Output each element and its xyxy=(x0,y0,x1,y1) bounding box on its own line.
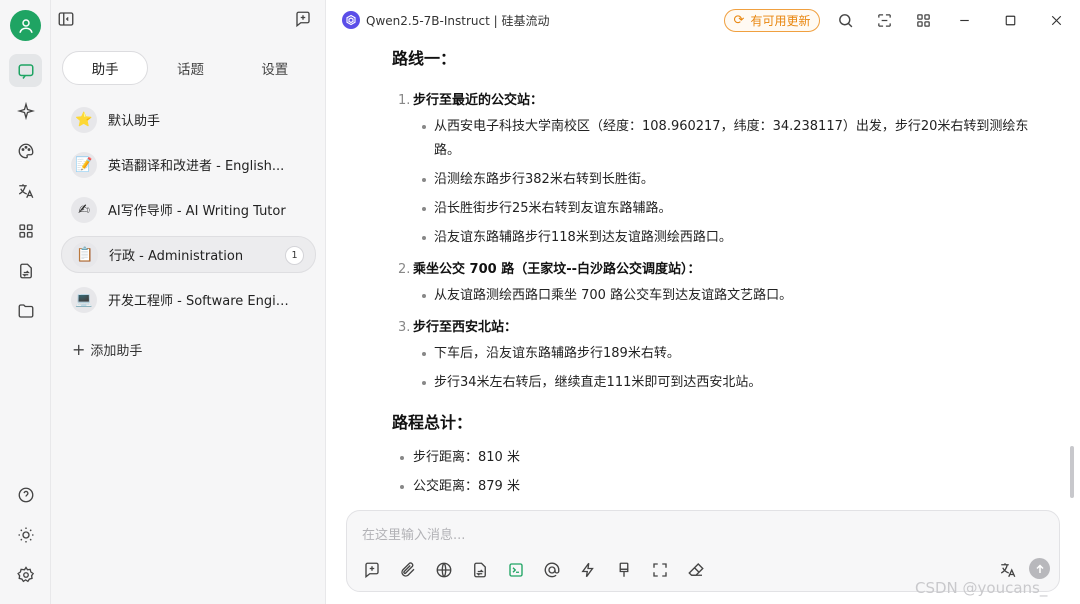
new-topic-icon[interactable] xyxy=(294,10,314,30)
add-assistant-button[interactable]: + 添加助手 xyxy=(72,340,142,359)
search-icon[interactable] xyxy=(835,10,855,30)
translate-icon[interactable] xyxy=(9,174,42,207)
knowledge-base-icon[interactable] xyxy=(469,559,491,581)
step-title: 3. 步行至西安北站： xyxy=(398,320,518,335)
assistant-name: 默认助手 xyxy=(108,114,161,129)
chat-icon[interactable] xyxy=(9,54,42,87)
folder-icon[interactable] xyxy=(9,294,42,327)
send-icon[interactable] xyxy=(1029,558,1050,579)
route-heading: 路线一： xyxy=(392,49,457,68)
input-toolbar xyxy=(361,559,721,581)
apps-icon[interactable] xyxy=(9,214,42,247)
star-icon: ⭐ xyxy=(71,106,97,133)
mention-icon[interactable] xyxy=(541,559,563,581)
list-item: 步行距离：810 米 xyxy=(392,446,1052,470)
watermark: CSDN @youcans_ xyxy=(915,579,1048,597)
assistant-panel: 助手 话题 设置 ⭐ 默认助手 📝 英语翻译和改进者 - English... … xyxy=(51,0,326,604)
update-available-button[interactable]: ⟳ 有可用更新 xyxy=(724,9,820,32)
avatar-icon[interactable] xyxy=(10,10,41,41)
model-logo-icon xyxy=(342,11,360,29)
update-label: 有可用更新 xyxy=(750,14,811,28)
step-title: 2. 乘坐公交 700 路（王家坟--白沙路公交调度站）： xyxy=(398,262,701,277)
plus-icon: + xyxy=(72,339,86,359)
palette-icon[interactable] xyxy=(9,134,42,167)
scrollbar-thumb[interactable] xyxy=(1070,446,1074,498)
translate-icon[interactable] xyxy=(997,559,1019,581)
assistant-item-translator[interactable]: 📝 英语翻译和改进者 - English... xyxy=(61,146,316,183)
assistant-name: 行政 - Administration xyxy=(109,249,244,264)
list-item: 从西安电子科技大学南校区（经度：108.960217，纬度：34.238117）… xyxy=(392,115,1052,163)
list-item: 步行34米左右转后，继续直走111米即可到达西安北站。 xyxy=(392,371,1052,395)
terminal-icon[interactable] xyxy=(505,559,527,581)
close-icon[interactable] xyxy=(1046,10,1066,30)
file-swap-icon[interactable] xyxy=(9,254,42,287)
total-heading: 路程总计： xyxy=(392,413,473,432)
list-item: 下车后，沿友谊东路辅路步行189米右转。 xyxy=(392,342,1052,366)
sidebar-collapse-icon[interactable] xyxy=(57,10,77,30)
list-item: 沿友谊东路辅路步行118米到达友谊路测绘西路口。 xyxy=(392,226,1052,250)
window-title[interactable]: Qwen2.5-7B-Instruct | 硅基流动 xyxy=(366,12,549,29)
panel-toolbar xyxy=(51,0,326,40)
app-rail xyxy=(0,0,51,604)
settings-icon[interactable] xyxy=(9,558,42,591)
brush-icon[interactable] xyxy=(613,559,635,581)
step-title: 1. 步行至最近的公交站： xyxy=(398,93,544,108)
assistant-item-administration[interactable]: 📋 行政 - Administration 1 xyxy=(61,236,316,273)
layout-grid-icon[interactable] xyxy=(913,10,933,30)
list-item: 沿长胜街步行25米右转到友谊东路辅路。 xyxy=(392,197,1052,221)
assistant-message: 路线一： 1. 步行至最近的公交站： 从西安电子科技大学南校区（经度：108.96… xyxy=(392,40,1052,504)
sparkle-icon[interactable] xyxy=(9,94,42,127)
panel-tabs: 助手 话题 设置 xyxy=(62,51,317,85)
tab-topics[interactable]: 话题 xyxy=(148,51,232,85)
minimap-icon[interactable] xyxy=(874,10,894,30)
assistant-name: 英语翻译和改进者 - English... xyxy=(108,159,285,174)
new-topic-icon[interactable] xyxy=(361,559,383,581)
eraser-icon[interactable] xyxy=(685,559,707,581)
assistant-item-software-engineer[interactable]: 💻 开发工程师 - Software Engineer xyxy=(61,281,316,318)
title-bar: Qwen2.5-7B-Instruct | 硅基流动 ⟳ 有可用更新 xyxy=(326,0,1080,40)
clipboard-icon: 📋 xyxy=(72,241,98,268)
add-assistant-label: 添加助手 xyxy=(90,344,143,359)
list-item: 从友谊路测绘西路口乘坐 700 路公交车到达友谊路文艺路口。 xyxy=(392,284,1052,308)
lightning-icon[interactable] xyxy=(577,559,599,581)
web-search-icon[interactable] xyxy=(433,559,455,581)
topic-count-badge: 1 xyxy=(285,246,304,265)
assistant-item-writing-tutor[interactable]: ✍ AI写作导师 - AI Writing Tutor xyxy=(61,191,316,228)
assistant-list: ⭐ 默认助手 📝 英语翻译和改进者 - English... ✍ AI写作导师 … xyxy=(61,101,316,326)
fullscreen-icon[interactable] xyxy=(649,559,671,581)
assistant-name: 开发工程师 - Software Engineer xyxy=(108,294,293,309)
list-item: 公交距离：879 米 xyxy=(392,475,1052,499)
list-item: 沿测绘东路步行382米右转到长胜街。 xyxy=(392,168,1052,192)
help-icon[interactable] xyxy=(9,478,42,511)
message-input[interactable]: 在这里输入消息... xyxy=(362,524,465,543)
tab-settings[interactable]: 设置 xyxy=(233,51,317,85)
memo-icon: 📝 xyxy=(71,151,97,178)
attachment-icon[interactable] xyxy=(397,559,419,581)
refresh-icon: ⟳ xyxy=(733,13,745,28)
writing-hand-icon: ✍ xyxy=(71,196,97,223)
maximize-icon[interactable] xyxy=(1000,10,1020,30)
assistant-name: AI写作导师 - AI Writing Tutor xyxy=(108,204,286,219)
message-area: 路线一： 1. 步行至最近的公交站： 从西安电子科技大学南校区（经度：108.96… xyxy=(326,40,1080,506)
theme-icon[interactable] xyxy=(9,518,42,551)
tab-assistants[interactable]: 助手 xyxy=(62,51,149,85)
laptop-icon: 💻 xyxy=(71,286,97,313)
minimize-icon[interactable] xyxy=(954,10,974,30)
assistant-item-default[interactable]: ⭐ 默认助手 xyxy=(61,101,316,138)
